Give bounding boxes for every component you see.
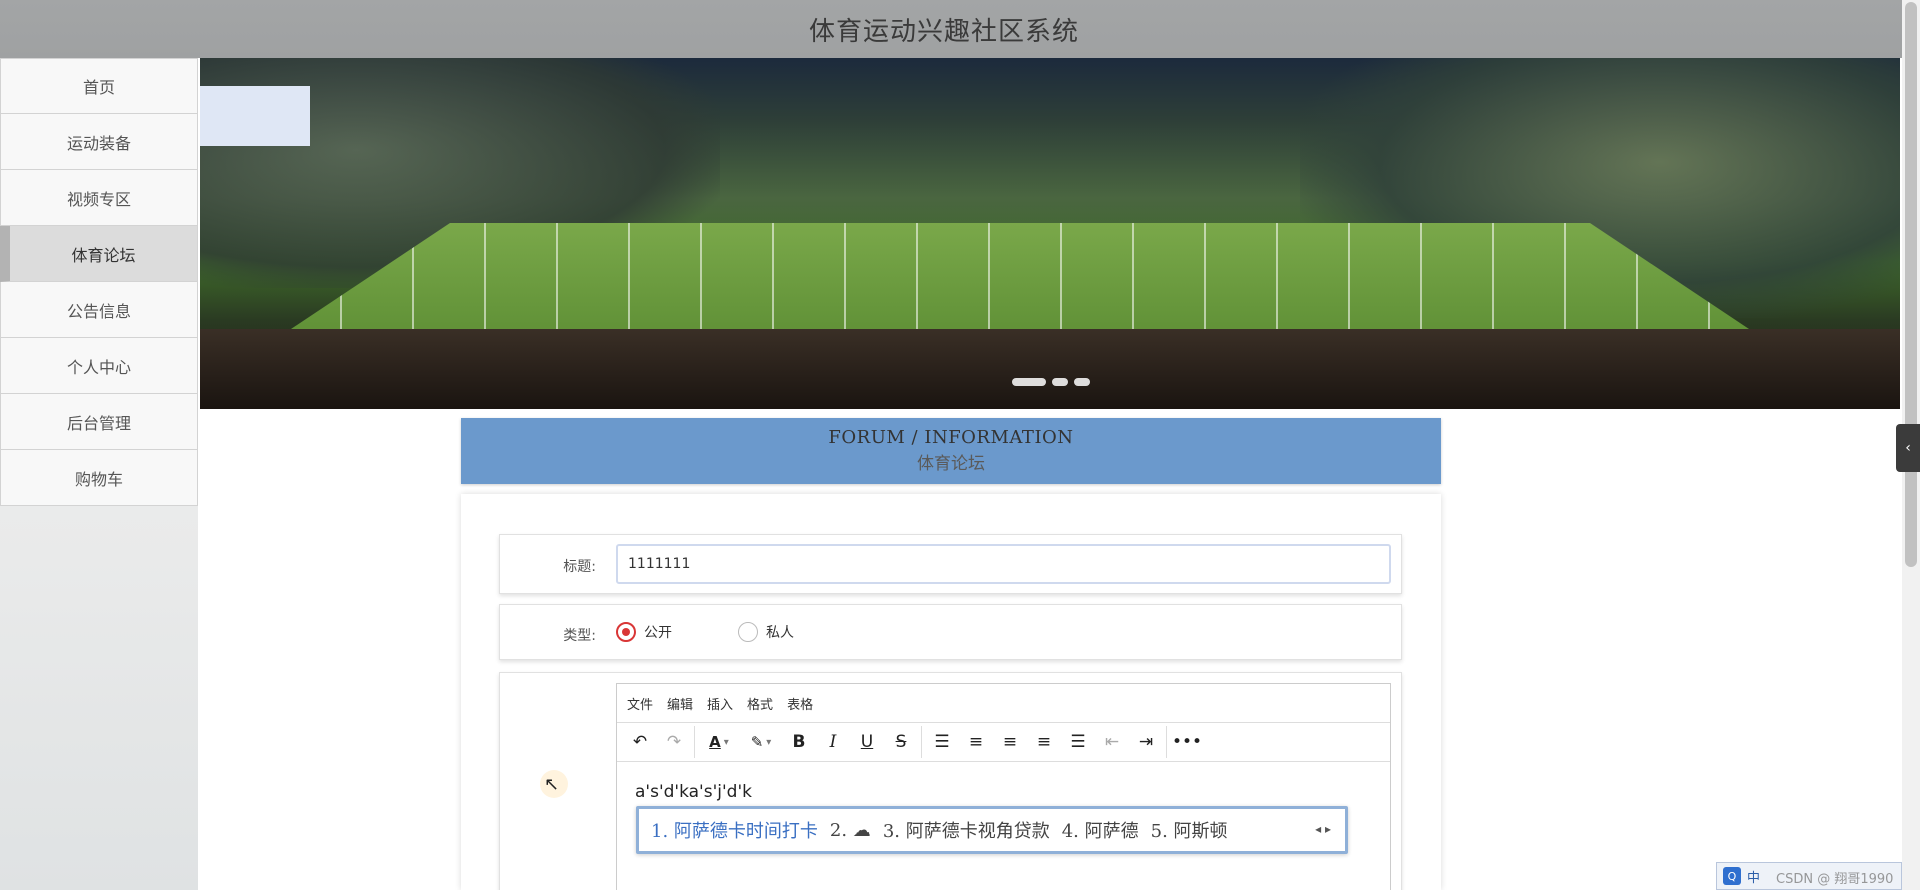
radio-checked-icon xyxy=(616,622,636,642)
menu-format[interactable]: 格式 xyxy=(747,694,773,713)
font-color-icon[interactable]: A ▾ xyxy=(698,726,740,758)
mouse-pointer: ↖ xyxy=(540,770,568,798)
type-private-label: 私人 xyxy=(766,625,794,641)
strikethrough-icon[interactable]: S xyxy=(884,726,918,758)
section-title-en: FORUM / INFORMATION xyxy=(828,427,1074,448)
banner-crowd xyxy=(200,329,1900,409)
align-justify-icon[interactable]: ☰ xyxy=(1061,726,1095,758)
rich-text-editor: 文件 编辑 插入 格式 表格 ↶ ↷ A ▾ ✎ ▾ B I U S ☰ ≡ ≡ ≡ xyxy=(616,683,1391,890)
sidebar-nav: 首页 运动装备 视频专区 体育论坛 公告信息 个人中心 后台管理 购物车 xyxy=(0,58,198,890)
section-heading: FORUM / INFORMATION 体育论坛 xyxy=(461,418,1441,484)
scrollbar-thumb[interactable] xyxy=(1905,2,1917,567)
align-center-icon[interactable]: ≡ xyxy=(993,726,1027,758)
sidebar-item-cart[interactable]: 购物车 xyxy=(0,450,198,506)
ime-language[interactable]: 中 xyxy=(1747,867,1760,886)
italic-icon[interactable]: I xyxy=(816,726,850,758)
align-right-icon[interactable]: ≡ xyxy=(1027,726,1061,758)
align-left-icon[interactable]: ≡ xyxy=(959,726,993,758)
underline-icon[interactable]: U xyxy=(850,726,884,758)
sidebar-item-announcements[interactable]: 公告信息 xyxy=(0,282,198,338)
sidebar-item-forum[interactable]: 体育论坛 xyxy=(0,226,198,282)
watermark: CSDN @ 翔哥1990 xyxy=(1776,872,1894,887)
radio-unchecked-icon xyxy=(738,622,758,642)
ime-candidate-window[interactable]: 1. 阿萨德卡时间打卡 2. ☁ 3. 阿萨德卡视角贷款 4. 阿萨德 5. 阿… xyxy=(636,806,1348,854)
ime-candidate[interactable]: 4. 阿萨德 xyxy=(1062,817,1139,843)
banner-scoreboard xyxy=(200,86,310,146)
indent-icon[interactable]: ⇥ xyxy=(1129,726,1163,758)
editor-toolbar: ↶ ↷ A ▾ ✎ ▾ B I U S ☰ ≡ ≡ ≡ ☰ ⇤ ⇥ ••• xyxy=(617,722,1390,762)
toolbar-divider xyxy=(921,726,922,758)
type-public-radio[interactable]: 公开 xyxy=(616,622,672,642)
banner-carousel[interactable] xyxy=(200,58,1900,409)
menu-file[interactable]: 文件 xyxy=(627,694,653,713)
carousel-dot[interactable] xyxy=(1012,378,1046,386)
ime-candidate[interactable]: 1. 阿萨德卡时间打卡 xyxy=(651,817,818,843)
section-title-cn: 体育论坛 xyxy=(917,454,985,474)
carousel-indicators xyxy=(1012,378,1090,386)
banner-field-lines xyxy=(270,223,1770,343)
app-title: 体育运动兴趣社区系统 xyxy=(808,16,1079,47)
menu-insert[interactable]: 插入 xyxy=(707,694,733,713)
editor-menubar: 文件 编辑 插入 格式 表格 xyxy=(617,684,1390,722)
bullet-list-icon[interactable]: ☰ xyxy=(925,726,959,758)
title-row: 标题: xyxy=(499,534,1402,594)
menu-table[interactable]: 表格 xyxy=(787,694,813,713)
toolbar-divider xyxy=(694,726,695,758)
sidebar-item-admin[interactable]: 后台管理 xyxy=(0,394,198,450)
ime-candidate[interactable]: 5. 阿斯顿 xyxy=(1151,817,1228,843)
bold-icon[interactable]: B xyxy=(782,726,816,758)
sidebar-item-personal-center[interactable]: 个人中心 xyxy=(0,338,198,394)
title-label: 标题: xyxy=(563,559,596,575)
menu-edit[interactable]: 编辑 xyxy=(667,694,693,713)
cursor-arrow-icon: ↖ xyxy=(544,774,560,795)
sidebar-item-home[interactable]: 首页 xyxy=(0,58,198,114)
ime-page-arrows-icon[interactable]: ◂ ▸ xyxy=(1315,822,1331,836)
redo-icon[interactable]: ↷ xyxy=(657,726,691,758)
type-private-radio[interactable]: 私人 xyxy=(738,622,794,642)
undo-icon[interactable]: ↶ xyxy=(623,726,657,758)
carousel-dot[interactable] xyxy=(1074,378,1090,386)
ime-candidate[interactable]: 3. 阿萨德卡视角贷款 xyxy=(883,817,1050,843)
sidebar-item-equipment[interactable]: 运动装备 xyxy=(0,114,198,170)
type-label: 类型: xyxy=(563,628,596,644)
type-public-label: 公开 xyxy=(644,625,672,641)
more-icon[interactable]: ••• xyxy=(1170,726,1204,758)
collapse-panel-tab[interactable]: ‹ xyxy=(1896,424,1920,472)
title-input[interactable] xyxy=(616,544,1391,584)
chevron-left-icon: ‹ xyxy=(1905,440,1911,456)
highlight-icon[interactable]: ✎ ▾ xyxy=(740,726,782,758)
sidebar-item-videos[interactable]: 视频专区 xyxy=(0,170,198,226)
outdent-icon[interactable]: ⇤ xyxy=(1095,726,1129,758)
toolbar-divider xyxy=(1166,726,1167,758)
content-row: 文件 编辑 插入 格式 表格 ↶ ↷ A ▾ ✎ ▾ B I U S ☰ ≡ ≡ ≡ xyxy=(499,672,1402,890)
type-row: 类型: 公开 私人 xyxy=(499,604,1402,660)
ime-logo-icon: Q xyxy=(1723,867,1741,885)
carousel-dot[interactable] xyxy=(1052,378,1068,386)
ime-candidate[interactable]: 2. ☁ xyxy=(830,820,871,841)
top-header: 体育运动兴趣社区系统 xyxy=(0,0,1920,58)
